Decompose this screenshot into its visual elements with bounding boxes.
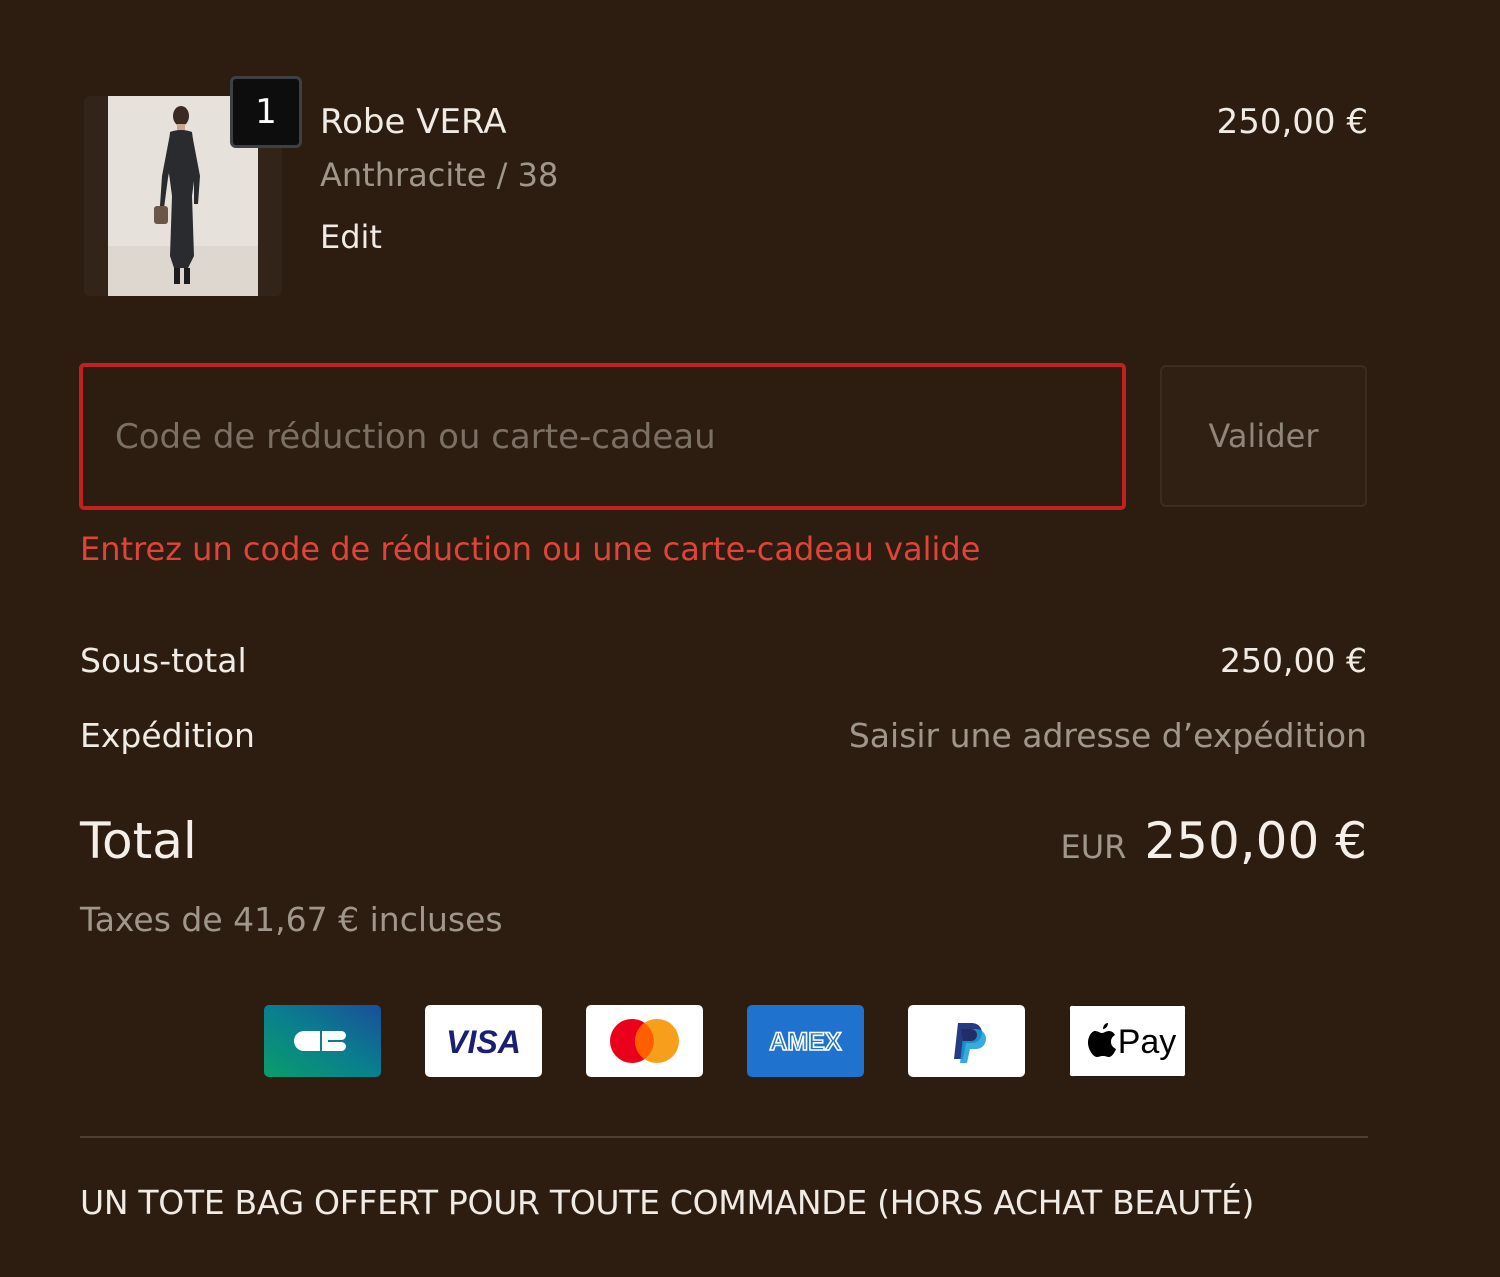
mastercard-icon (586, 1005, 703, 1077)
total-amount: 250,00 € (1144, 812, 1367, 870)
total-value: EUR 250,00 € (1060, 812, 1367, 870)
svg-text:Pay: Pay (1118, 1023, 1177, 1061)
svg-text:VISA: VISA (446, 1024, 521, 1060)
edit-link[interactable]: Edit (320, 218, 382, 256)
taxes-note: Taxes de 41,67 € incluses (80, 900, 503, 939)
subtotal-label: Sous-total (80, 641, 247, 680)
discount-code-input[interactable] (79, 363, 1126, 510)
svg-text:AMEX: AMEX (769, 1028, 842, 1056)
apply-discount-button[interactable]: Valider (1160, 365, 1367, 507)
payment-methods: VISA AMEX Pay (264, 1005, 1186, 1077)
visa-card-icon: VISA (425, 1005, 542, 1077)
product-variant: Anthracite / 38 (320, 156, 559, 194)
currency-code: EUR (1060, 828, 1127, 866)
cb-card-icon (264, 1005, 381, 1077)
shipping-value: Saisir une adresse d’expédition (848, 716, 1367, 755)
total-label: Total (80, 812, 197, 870)
shipping-label: Expédition (80, 716, 255, 755)
amex-card-icon: AMEX (747, 1005, 864, 1077)
line-item: 1 Robe VERA Anthracite / 38 Edit 250,00 … (84, 76, 1368, 296)
quantity-badge: 1 (230, 76, 302, 148)
divider (80, 1136, 1368, 1138)
checkout-summary: 1 Robe VERA Anthracite / 38 Edit 250,00 … (0, 0, 1500, 1277)
discount-error-message: Entrez un code de réduction ou une carte… (80, 530, 981, 568)
product-price: 250,00 € (1216, 102, 1368, 142)
paypal-icon (908, 1005, 1025, 1077)
subtotal-value: 250,00 € (1220, 641, 1367, 680)
promo-banner: UN TOTE BAG OFFERT POUR TOUTE COMMANDE (… (80, 1183, 1255, 1222)
product-name: Robe VERA (320, 102, 507, 142)
apple-pay-icon: Pay (1069, 1005, 1186, 1077)
